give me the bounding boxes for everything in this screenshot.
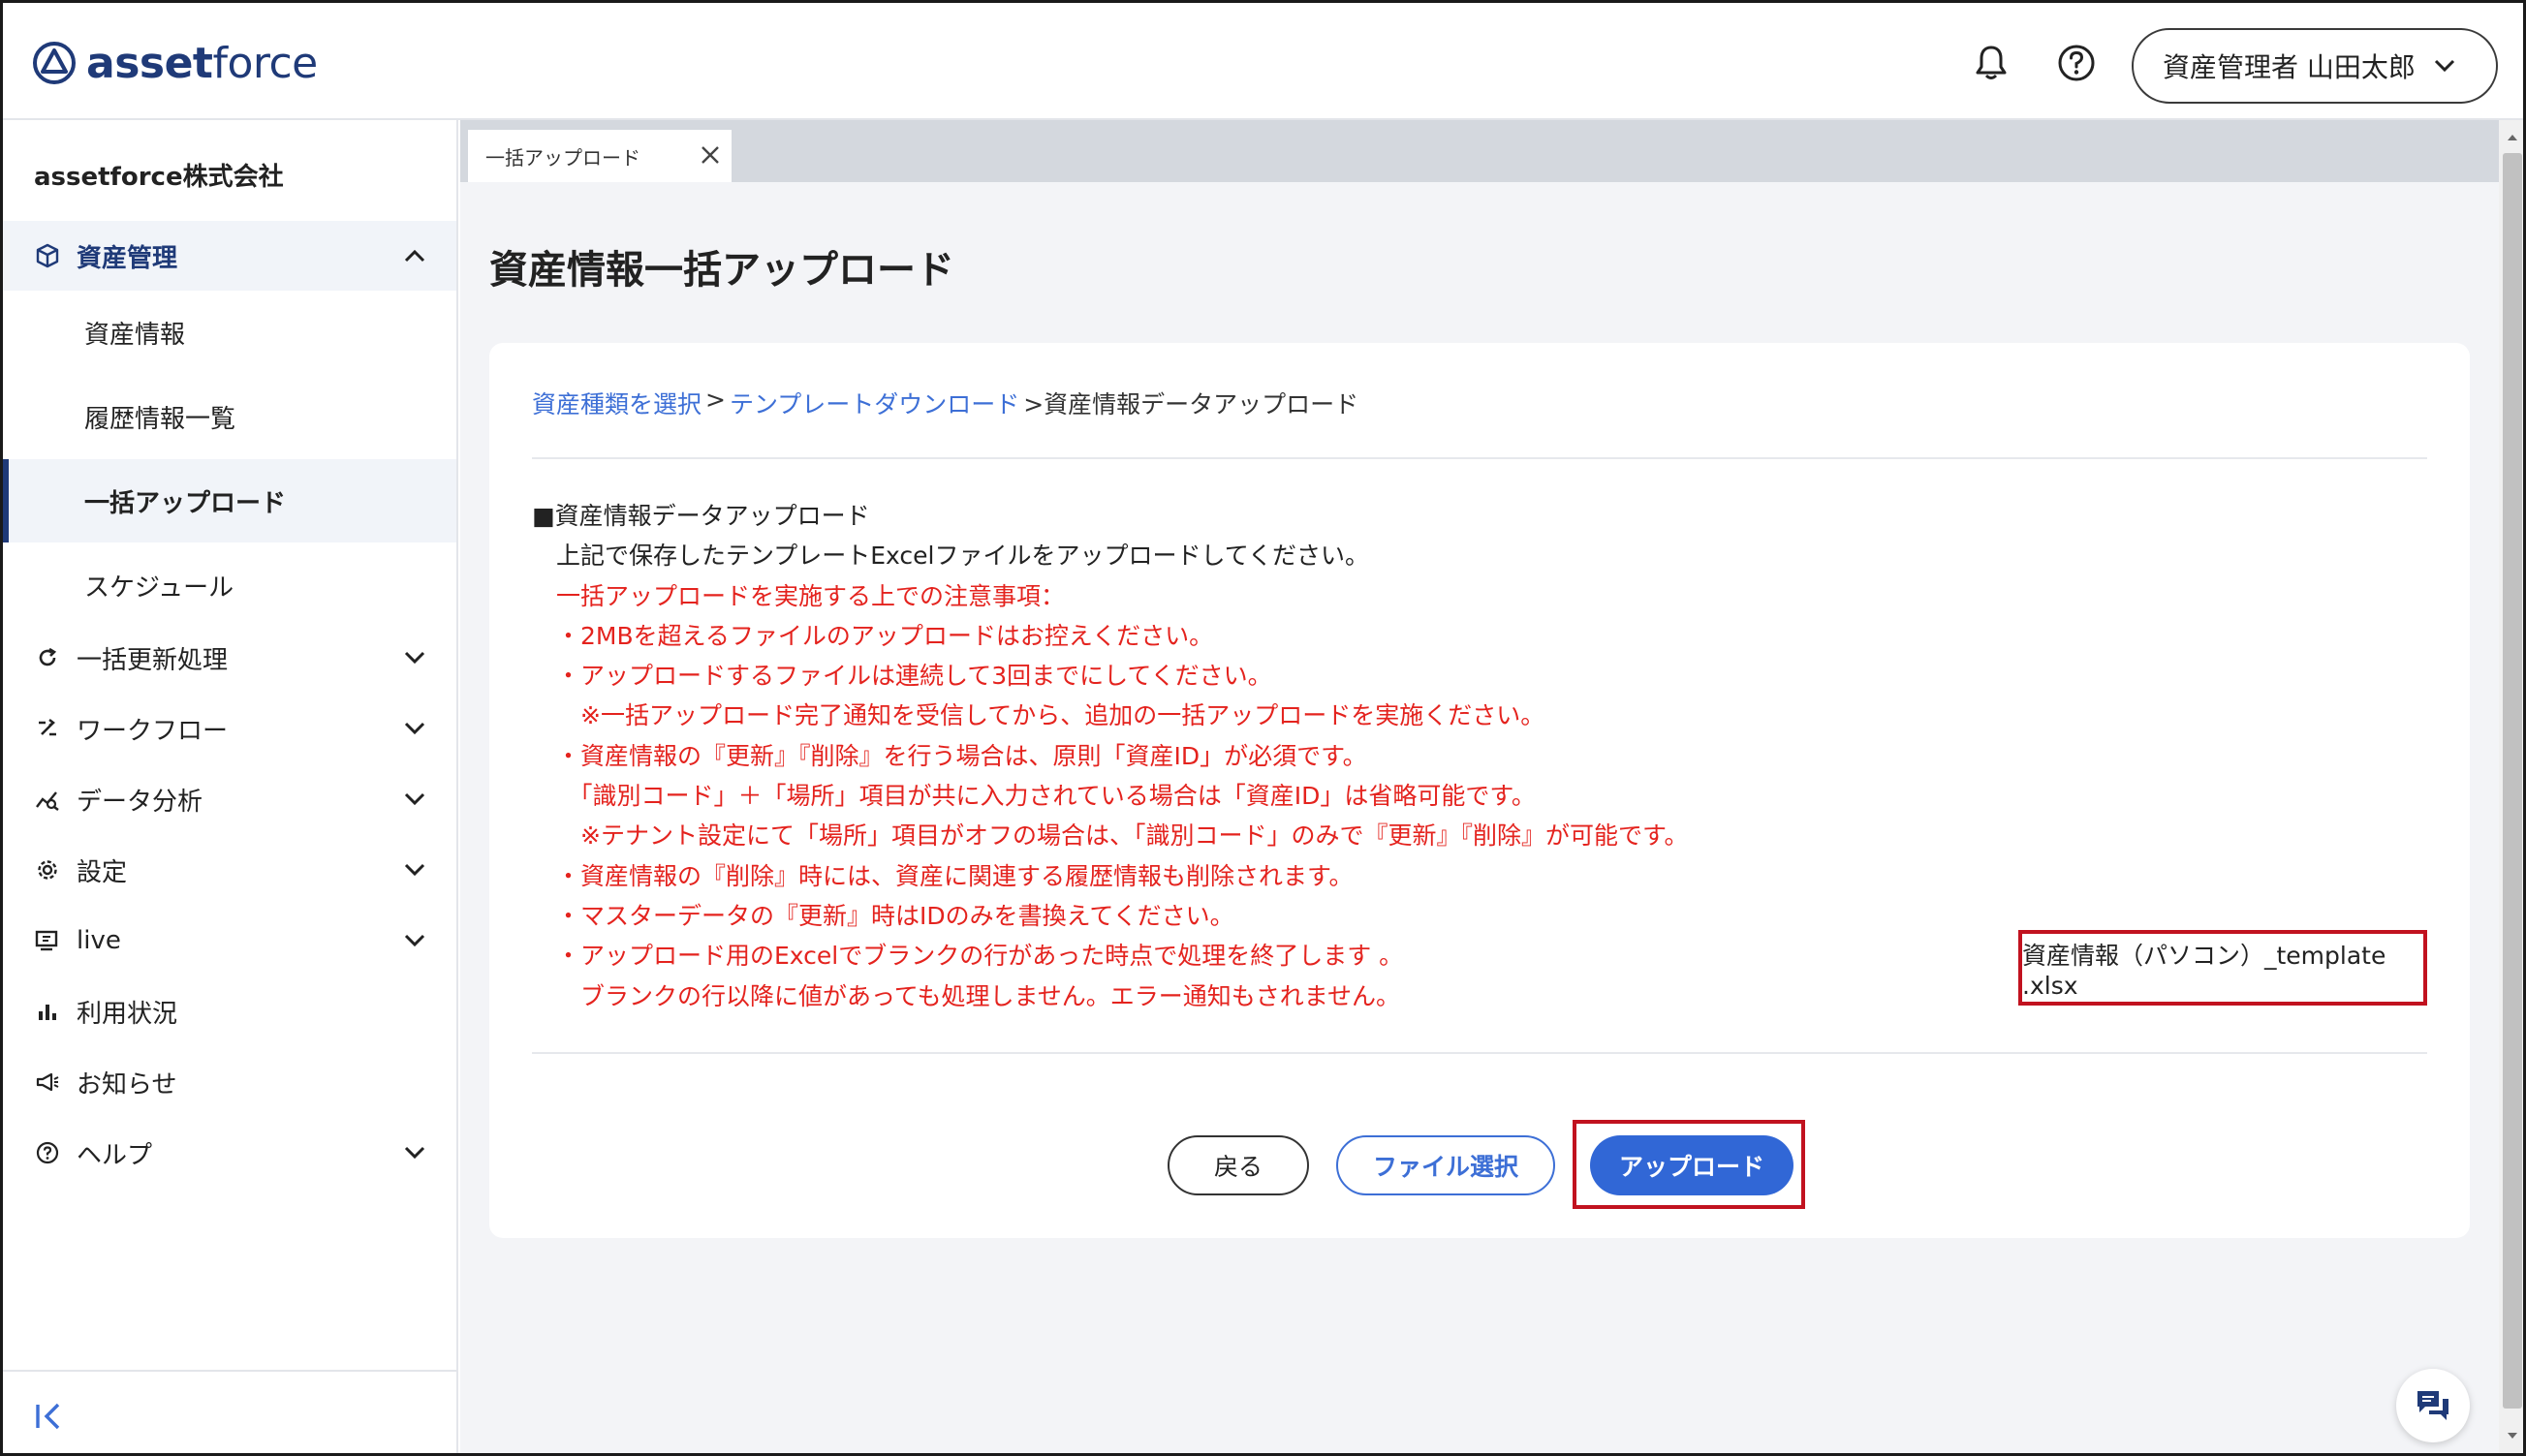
megaphone-icon xyxy=(34,1069,61,1096)
help-icon xyxy=(34,1139,61,1166)
tab-bulk-upload[interactable]: 一括アップロード xyxy=(468,130,732,182)
caution-title: 一括アップロードを実施する上での注意事項： xyxy=(532,581,1066,610)
close-icon[interactable] xyxy=(699,143,722,167)
sidebar-item-bulk-upload[interactable]: 一括アップロード xyxy=(3,459,456,542)
sidebar-item-label: ワークフロー xyxy=(77,716,229,746)
chevron-down-icon xyxy=(400,714,429,743)
chevron-down-icon xyxy=(400,926,429,955)
tab-bar: 一括アップロード xyxy=(460,120,2499,182)
app-header: assetforce 資産管理者 山田太郎 xyxy=(3,3,2523,120)
user-menu-button[interactable]: 資産管理者 山田太郎 xyxy=(2132,28,2498,104)
vertical-scrollbar[interactable] xyxy=(2499,120,2523,1453)
breadcrumb-select-asset-type[interactable]: 資産種類を選択 xyxy=(532,386,702,420)
sidebar-item-bulk-update[interactable]: 一括更新処理 xyxy=(3,628,456,688)
caution-line: ブランクの行以降に値があっても処理しません。エラー通知もされません。 xyxy=(532,981,1401,1010)
sidebar-group-label: 資産管理 xyxy=(77,243,178,273)
caution-line: ・資産情報の『更新』『削除』を行う場合は、原則「資産ID」が必須です。 xyxy=(532,741,1367,770)
chat-support-button[interactable] xyxy=(2396,1369,2470,1442)
logo-text: assetforce xyxy=(86,38,318,88)
live-icon xyxy=(34,927,61,954)
instructions-intro: 上記で保存したテンプレートExcelファイルをアップロードしてください。 xyxy=(532,542,1369,571)
sidebar: assetforce株式会社 資産管理 資産情報 履歴情報一覧 一括アップロード… xyxy=(3,120,458,1453)
chat-icon xyxy=(2417,1391,2448,1420)
caution-line: ・アップロードするファイルは連続して3回までにしてください。 xyxy=(532,662,1272,691)
sidebar-item-label: live xyxy=(77,926,121,955)
caution-line: ・アップロード用のExcelでブランクの行があった時点で処理を終了します 。 xyxy=(532,942,1404,971)
chevron-up-icon xyxy=(400,241,429,270)
sidebar-item-schedule[interactable]: スケジュール xyxy=(3,543,456,627)
gear-icon xyxy=(34,856,61,883)
sidebar-item-asset-info[interactable]: 資産情報 xyxy=(3,291,456,374)
collapse-sidebar-icon[interactable] xyxy=(32,1399,67,1434)
upload-button[interactable]: アップロード xyxy=(1590,1135,1793,1195)
tab-label: 一括アップロード xyxy=(485,145,640,170)
breadcrumb-separator: > xyxy=(705,386,726,414)
help-circle-icon[interactable] xyxy=(2053,40,2100,86)
logo-mark-icon xyxy=(33,42,76,84)
sidebar-item-label: 一括アップロード xyxy=(84,488,287,518)
sidebar-group-asset-management[interactable]: 資産管理 xyxy=(3,221,456,291)
sidebar-item-label: スケジュール xyxy=(84,573,234,603)
caution-line: ・資産情報の『削除』時には、資産に関連する履歴情報も削除されます。 xyxy=(532,861,1354,890)
caution-line: ※一括アップロード完了通知を受信してから、追加の一括アップロードを実施ください。 xyxy=(532,701,1545,730)
user-name-label: 資産管理者 山田太郎 xyxy=(2163,51,2416,83)
bar-chart-icon xyxy=(34,998,61,1025)
sidebar-item-label: 資産情報 xyxy=(84,320,186,350)
sidebar-footer xyxy=(3,1370,456,1453)
company-name: assetforce株式会社 xyxy=(34,163,284,192)
divider xyxy=(532,457,2427,459)
sidebar-item-news[interactable]: お知らせ xyxy=(3,1052,456,1112)
sidebar-item-label: データ分析 xyxy=(77,787,203,817)
sidebar-item-settings[interactable]: 設定 xyxy=(3,840,456,900)
sidebar-item-label: 設定 xyxy=(77,857,128,887)
chevron-down-icon xyxy=(400,1138,429,1167)
chevron-down-icon xyxy=(400,643,429,672)
scroll-down-arrow-icon[interactable] xyxy=(2505,1428,2520,1443)
sidebar-item-label: お知らせ xyxy=(77,1069,177,1100)
app-window: assetforce 資産管理者 山田太郎 assetforce株式会社 資産管… xyxy=(0,0,2526,1456)
selected-file-name: 資産情報（パソコン）_template .xlsx xyxy=(2018,930,2427,1006)
breadcrumb-template-download[interactable]: テンプレートダウンロード xyxy=(730,386,1019,420)
notification-bell-icon[interactable] xyxy=(1968,40,2014,86)
back-button[interactable]: 戻る xyxy=(1168,1135,1309,1195)
caution-line: ※テナント設定にて「場所」項目がオフの場合は、「識別コード」のみで『更新』『削除… xyxy=(532,821,1689,851)
divider xyxy=(532,1052,2427,1054)
scrollbar-thumb[interactable] xyxy=(2503,153,2522,1409)
sidebar-item-live[interactable]: live xyxy=(3,911,456,971)
main-content: 一括アップロード 資産情報一括アップロード 資産種類を選択 > テンプレートダウ… xyxy=(460,120,2499,1453)
scroll-up-arrow-icon[interactable] xyxy=(2505,130,2520,145)
sidebar-item-history-list[interactable]: 履歴情報一覧 xyxy=(3,375,456,458)
chevron-down-icon xyxy=(400,855,429,884)
file-select-button[interactable]: ファイル選択 xyxy=(1336,1135,1555,1195)
breadcrumb: 資産種類を選択 > テンプレートダウンロード >資産情報データアップロード xyxy=(532,386,1358,420)
analytics-icon xyxy=(34,786,61,813)
upload-instructions: ■資産情報データアップロード 上記で保存したテンプレートExcelファイルをアッ… xyxy=(532,496,1688,1016)
chevron-down-icon xyxy=(2434,59,2454,73)
sidebar-item-help[interactable]: ヘルプ xyxy=(3,1123,456,1183)
workflow-icon xyxy=(34,715,61,742)
cube-icon xyxy=(34,242,61,269)
instructions-heading: ■資産情報データアップロード xyxy=(532,502,870,530)
caution-line: ・2MBを超えるファイルのアップロードはお控えください。 xyxy=(532,621,1214,650)
logo[interactable]: assetforce xyxy=(32,36,318,90)
breadcrumb-current: >資産情報データアップロード xyxy=(1023,390,1359,418)
upload-card: 資産種類を選択 > テンプレートダウンロード >資産情報データアップロード ■資… xyxy=(489,343,2470,1238)
sidebar-item-workflow[interactable]: ワークフロー xyxy=(3,698,456,759)
chevron-down-icon xyxy=(400,785,429,814)
refresh-icon xyxy=(34,644,61,671)
caution-line: ・マスターデータの『更新』時はIDのみを書換えてください。 xyxy=(532,901,1234,930)
sidebar-item-label: 一括更新処理 xyxy=(77,645,229,675)
sidebar-item-data-analysis[interactable]: データ分析 xyxy=(3,769,456,829)
sidebar-item-label: ヘルプ xyxy=(77,1140,153,1170)
sidebar-item-label: 履歴情報一覧 xyxy=(84,404,236,434)
sidebar-item-usage[interactable]: 利用状況 xyxy=(3,981,456,1041)
sidebar-item-label: 利用状況 xyxy=(77,999,178,1029)
page-title: 資産情報一括アップロード xyxy=(489,248,954,293)
caution-line: 「識別コード」＋「場所」項目が共に入力されている場合は「資産ID」は省略可能です… xyxy=(532,782,1536,811)
